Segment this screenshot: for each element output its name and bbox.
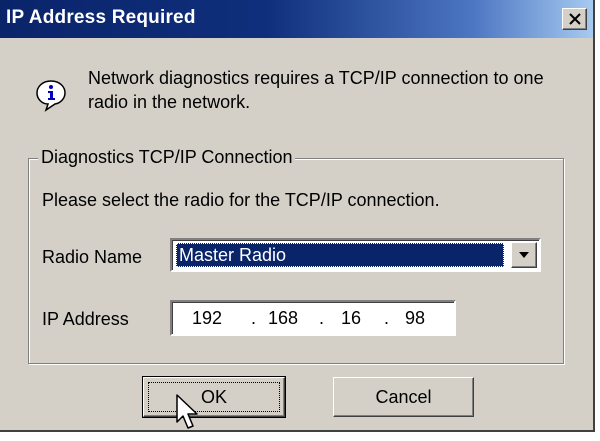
radio-name-label: Radio Name (42, 247, 143, 267)
window-title: IP Address Required (6, 7, 196, 28)
instruction-text: Please select the radio for the TCP/IP c… (42, 190, 440, 210)
close-icon (569, 13, 581, 25)
cancel-button[interactable]: Cancel (333, 377, 474, 417)
info-message: Network diagnostics requires a TCP/IP co… (88, 68, 544, 112)
ip-address-field[interactable]: 192 . 168 . 16 . 98 (170, 300, 456, 336)
ok-button[interactable]: OK (142, 376, 286, 418)
ip-dot-separator: . (251, 308, 257, 328)
dropdown-button[interactable] (511, 242, 537, 268)
info-icon (36, 80, 66, 112)
ip-octet-4[interactable]: 98 (405, 308, 425, 329)
ip-dot-separator: . (319, 308, 325, 328)
ip-address-dialog: IP Address Required Network diagnostics … (0, 0, 595, 432)
focus-rectangle (148, 382, 280, 412)
title-bar[interactable]: IP Address Required (0, 0, 593, 38)
group-title: Diagnostics TCP/IP Connection (38, 146, 296, 168)
ip-octet-3[interactable]: 16 (341, 308, 361, 329)
close-button[interactable] (562, 8, 587, 30)
ip-octet-1[interactable]: 192 (192, 308, 222, 329)
chevron-down-icon (519, 252, 529, 258)
ip-address-label: IP Address (42, 309, 129, 329)
ip-dot-separator: . (384, 308, 390, 328)
cancel-button-label: Cancel (375, 387, 432, 407)
radio-name-selected-value[interactable]: Master Radio (176, 243, 504, 267)
radio-name-select[interactable]: Master Radio (170, 238, 541, 272)
mouse-cursor-icon (176, 394, 198, 429)
ip-octet-2[interactable]: 168 (268, 308, 298, 329)
